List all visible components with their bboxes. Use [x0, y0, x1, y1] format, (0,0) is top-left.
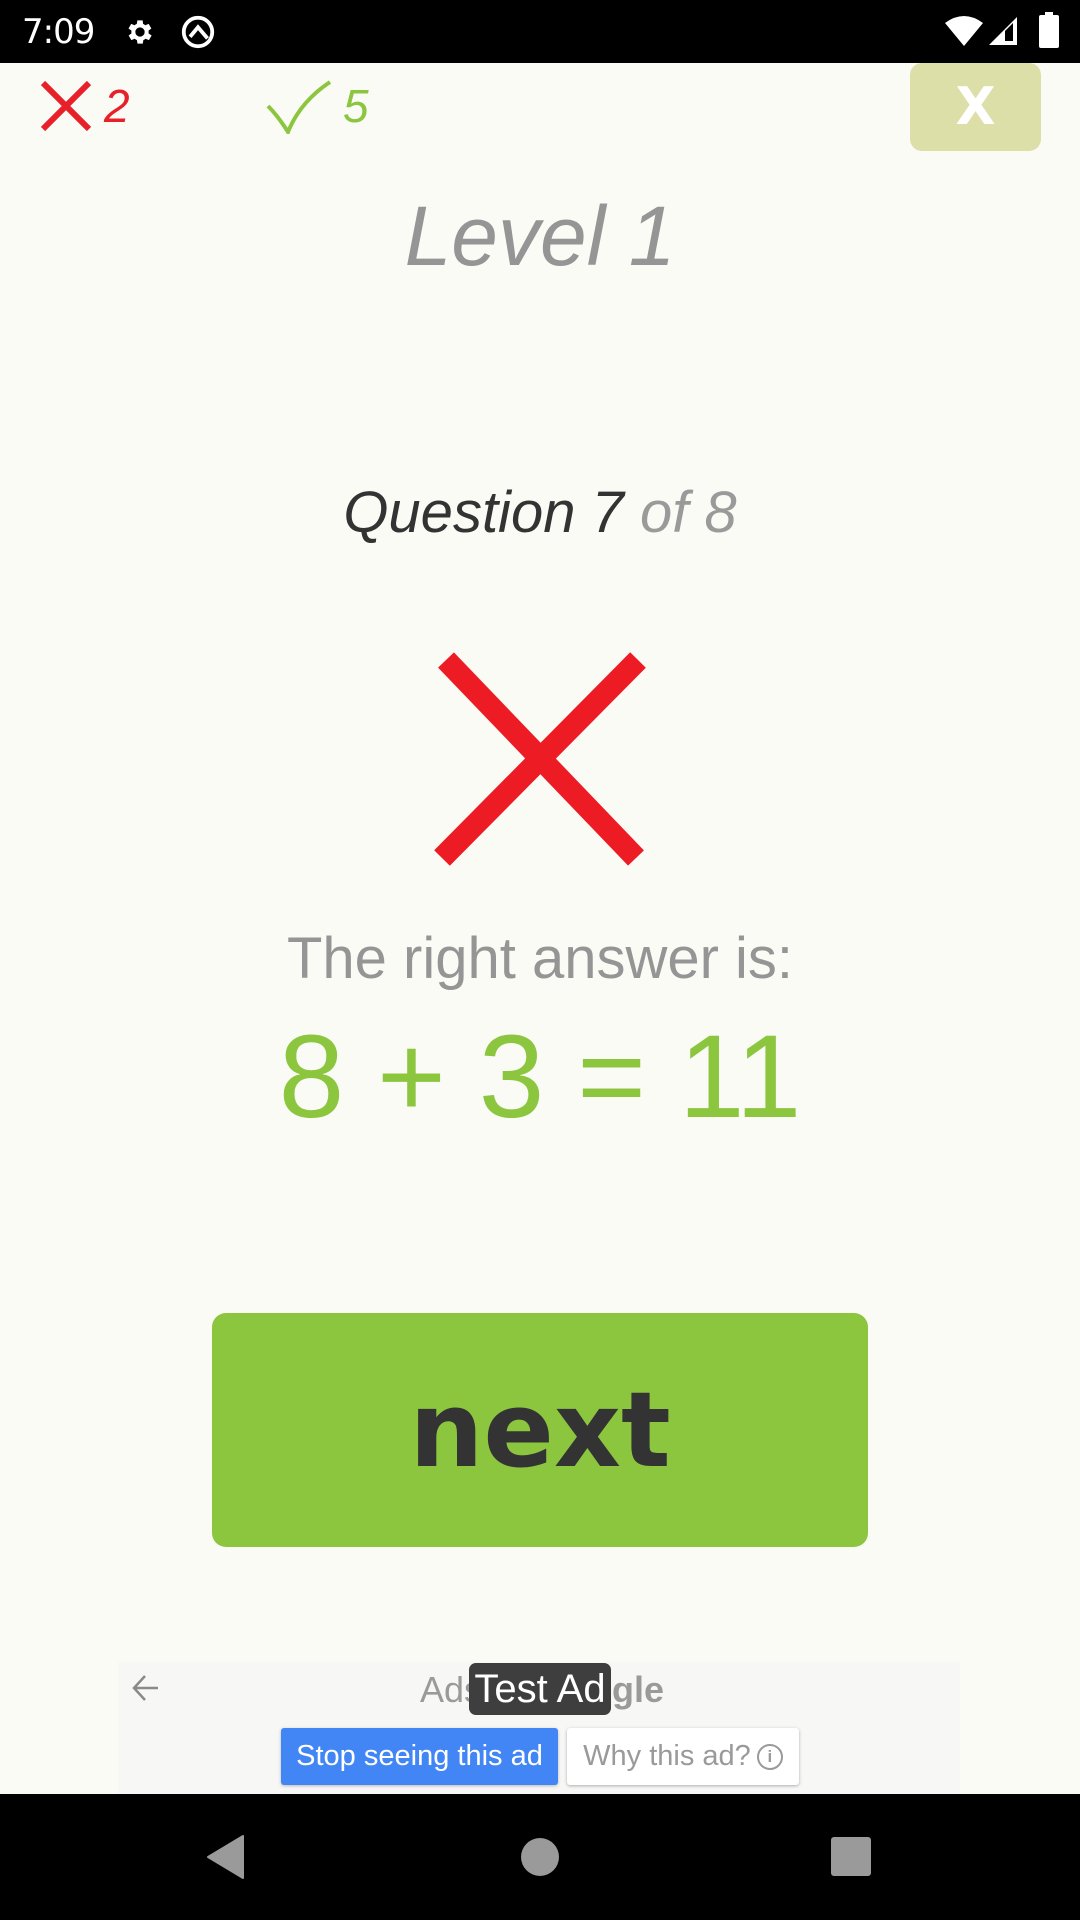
- status-bar: [0, 0, 1080, 63]
- close-button[interactable]: X: [910, 63, 1041, 151]
- status-time: 7:09: [22, 12, 95, 52]
- ads-by-suffix: gle: [612, 1669, 665, 1710]
- wrong-count-icon: [40, 80, 92, 132]
- nav-back-icon[interactable]: [205, 1834, 245, 1880]
- answer-label: The right answer is:: [286, 926, 794, 991]
- level-title: Level 1: [404, 189, 676, 283]
- wifi-icon: [945, 16, 983, 46]
- right-count: 5: [343, 80, 369, 132]
- question-progress: Question 7 of 8: [0, 478, 1080, 548]
- back-arrow-icon[interactable]: [130, 1670, 162, 1706]
- signal-icon: [989, 17, 1017, 45]
- correct-answer-equation: 8 + 3 = 11: [278, 1011, 802, 1143]
- stop-seeing-ad-button[interactable]: Stop seeing this ad: [281, 1728, 558, 1785]
- wrong-x-icon: [434, 652, 646, 866]
- battery-icon: [1039, 12, 1059, 48]
- wrong-count: 2: [104, 80, 130, 132]
- why-this-ad-button[interactable]: Why this ad? i: [567, 1728, 799, 1785]
- right-count-icon: [266, 80, 332, 134]
- question-current: Question 7: [343, 480, 624, 545]
- question-total: of 8: [623, 480, 737, 545]
- info-icon: i: [756, 1744, 783, 1771]
- nav-recents-icon[interactable]: [831, 1837, 871, 1876]
- next-button[interactable]: next: [212, 1313, 868, 1547]
- gear-icon: [128, 20, 152, 44]
- nav-home-icon[interactable]: [521, 1838, 559, 1876]
- why-this-ad-label: Why this ad?: [583, 1740, 751, 1772]
- q-logo-icon: [181, 15, 215, 49]
- test-ad-badge: Test Ad: [469, 1663, 611, 1715]
